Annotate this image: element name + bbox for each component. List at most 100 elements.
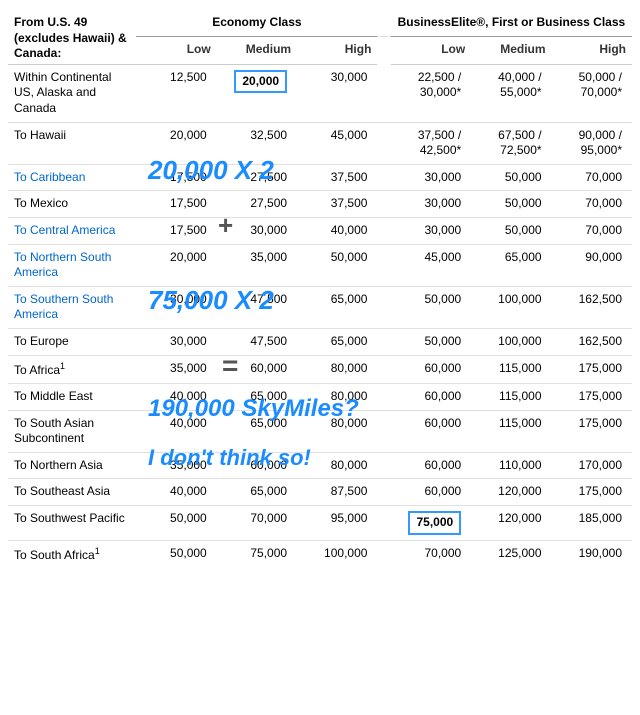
region-cell: To South Asian Subcontinent <box>8 410 136 452</box>
main-container: 20,000 X 2 + 75,000 X 2 = 190,000 SkyMil… <box>0 0 640 578</box>
region-cell: To Caribbean <box>8 164 136 191</box>
region-cell: To Southwest Pacific <box>8 506 136 541</box>
table-row: To Northern South America 20,00035,00050,… <box>8 244 632 286</box>
e_med-cell: 60,000 <box>217 355 297 384</box>
e_med-cell: 32,500 <box>217 122 297 164</box>
spacer2 <box>377 36 390 64</box>
b_med-cell: 50,000 <box>471 164 551 191</box>
b_high-cell: 175,000 <box>552 410 632 452</box>
biz-high-header: High <box>552 36 632 64</box>
b_high-cell: 70,000 <box>552 164 632 191</box>
spacer-cell <box>377 286 390 328</box>
e_med-cell: 30,000 <box>217 217 297 244</box>
b_med-cell: 50,000 <box>471 217 551 244</box>
region-link[interactable]: To Caribbean <box>14 170 85 184</box>
e_med-cell: 20,000 <box>217 64 297 122</box>
e_med-cell: 27,500 <box>217 164 297 191</box>
e_low-cell: 12,500 <box>136 64 216 122</box>
table-row: To Middle East40,00065,00080,00060,00011… <box>8 384 632 411</box>
e_med-cell: 47,500 <box>217 328 297 355</box>
region-cell: To Hawaii <box>8 122 136 164</box>
business-class-header: BusinessElite®, First or Business Class <box>391 10 632 36</box>
b_med-cell: 115,000 <box>471 410 551 452</box>
e_med-cell: 35,000 <box>217 244 297 286</box>
b_low-cell: 37,500 / 42,500* <box>391 122 471 164</box>
b_low-cell: 60,000 <box>391 384 471 411</box>
spacer-cell <box>377 540 390 568</box>
e_med-cell: 60,000 <box>217 452 297 479</box>
spacer <box>377 10 390 36</box>
biz-med-header: Medium <box>471 36 551 64</box>
e_high-cell: 65,000 <box>297 328 377 355</box>
b_med-cell: 125,000 <box>471 540 551 568</box>
region-cell: To Africa1 <box>8 355 136 384</box>
b_high-cell: 90,000 <box>552 244 632 286</box>
e_low-cell: 40,000 <box>136 384 216 411</box>
e_low-cell: 17,500 <box>136 191 216 218</box>
e_high-cell: 87,500 <box>297 479 377 506</box>
e_med-cell: 27,500 <box>217 191 297 218</box>
e_high-cell: 80,000 <box>297 384 377 411</box>
region-cell: To South Africa1 <box>8 540 136 568</box>
b_high-cell: 175,000 <box>552 384 632 411</box>
table-row: To Southern South America30,00047,50065,… <box>8 286 632 328</box>
table-row: To Caribbean17,50027,50037,50030,00050,0… <box>8 164 632 191</box>
spacer-cell <box>377 328 390 355</box>
spacer-cell <box>377 164 390 191</box>
eco-med-header: Medium <box>217 36 297 64</box>
table-row: To South Africa150,00075,000100,00070,00… <box>8 540 632 568</box>
e_low-cell: 20,000 <box>136 244 216 286</box>
b_med-cell: 40,000 / 55,000* <box>471 64 551 122</box>
spacer-cell <box>377 64 390 122</box>
main-header-row: From U.S. 49 (excludes Hawaii) & Canada:… <box>8 10 632 36</box>
region-link[interactable]: To Northern South America <box>14 250 111 280</box>
b_low-cell: 60,000 <box>391 479 471 506</box>
e_med-cell: 47,500 <box>217 286 297 328</box>
b_high-cell: 170,000 <box>552 452 632 479</box>
b_high-cell: 70,000 <box>552 217 632 244</box>
b_low-cell: 45,000 <box>391 244 471 286</box>
e_med-cell: 70,000 <box>217 506 297 541</box>
e_high-cell: 37,500 <box>297 191 377 218</box>
region-cell: To Northern Asia <box>8 452 136 479</box>
region-link[interactable]: To Southern South America <box>14 292 113 322</box>
b_high-cell: 162,500 <box>552 328 632 355</box>
region-cell: To Northern South America <box>8 244 136 286</box>
b_low-cell: 75,000 <box>391 506 471 541</box>
b_low-cell: 70,000 <box>391 540 471 568</box>
region-link[interactable]: To Central America <box>14 223 115 237</box>
region-cell: To Europe <box>8 328 136 355</box>
e_low-cell: 30,000 <box>136 286 216 328</box>
table-row: To Northern Asia35,00060,00080,00060,000… <box>8 452 632 479</box>
b_low-cell: 50,000 <box>391 286 471 328</box>
region-cell: To Central America <box>8 217 136 244</box>
spacer-cell <box>377 217 390 244</box>
b_low-cell: 30,000 <box>391 164 471 191</box>
e_high-cell: 30,000 <box>297 64 377 122</box>
region-cell: Within Continental US, Alaska and Canada <box>8 64 136 122</box>
region-cell: To Middle East <box>8 384 136 411</box>
e_high-cell: 80,000 <box>297 410 377 452</box>
b_high-cell: 175,000 <box>552 355 632 384</box>
b_high-cell: 90,000 / 95,000* <box>552 122 632 164</box>
table-row: Within Continental US, Alaska and Canada… <box>8 64 632 122</box>
e_high-cell: 50,000 <box>297 244 377 286</box>
b_low-cell: 30,000 <box>391 191 471 218</box>
table-row: To Central America17,50030,00040,00030,0… <box>8 217 632 244</box>
spacer-cell <box>377 479 390 506</box>
b_low-cell: 60,000 <box>391 452 471 479</box>
b_high-cell: 175,000 <box>552 479 632 506</box>
from-header: From U.S. 49 (excludes Hawaii) & Canada: <box>8 10 136 64</box>
e_low-cell: 30,000 <box>136 328 216 355</box>
e_med-cell: 65,000 <box>217 384 297 411</box>
e_high-cell: 95,000 <box>297 506 377 541</box>
e_high-cell: 45,000 <box>297 122 377 164</box>
b_med-cell: 65,000 <box>471 244 551 286</box>
e_low-cell: 17,500 <box>136 217 216 244</box>
b_high-cell: 50,000 / 70,000* <box>552 64 632 122</box>
spacer-cell <box>377 191 390 218</box>
b_med-cell: 100,000 <box>471 328 551 355</box>
b_low-cell: 30,000 <box>391 217 471 244</box>
e_high-cell: 100,000 <box>297 540 377 568</box>
region-cell: To Southern South America <box>8 286 136 328</box>
